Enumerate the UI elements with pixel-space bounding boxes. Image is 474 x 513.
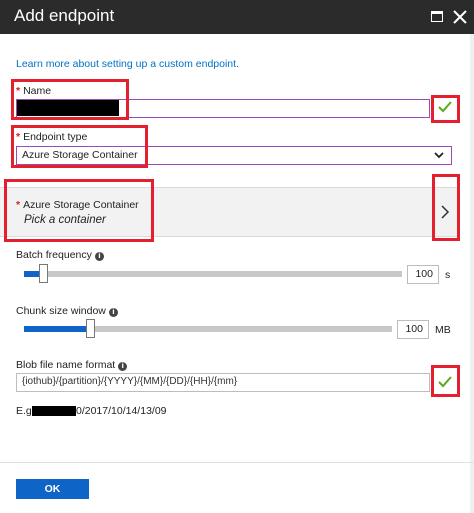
- batch-frequency-input[interactable]: 100: [407, 265, 439, 284]
- maximize-icon: [431, 11, 443, 22]
- ok-button[interactable]: OK: [16, 479, 89, 499]
- add-endpoint-blade: Add endpoint Learn more about setting up…: [0, 0, 474, 513]
- maximize-button[interactable]: [428, 8, 446, 26]
- redacted-example-value: [32, 406, 76, 416]
- annotation-box-name-check: [431, 95, 460, 123]
- chunk-size-label: Chunk size window i: [16, 305, 118, 317]
- annotation-box-container: [4, 179, 154, 242]
- chunk-size-slider[interactable]: [24, 319, 392, 338]
- chunk-size-input[interactable]: 100: [397, 320, 429, 339]
- chunk-size-slider-fill: [24, 326, 90, 332]
- batch-frequency-slider[interactable]: [24, 264, 402, 283]
- chevron-down-icon: [434, 152, 444, 159]
- scrollbar-track[interactable]: [470, 34, 474, 513]
- info-icon[interactable]: i: [118, 362, 128, 371]
- info-icon[interactable]: i: [94, 252, 104, 261]
- chunk-size-unit: MB: [435, 324, 451, 336]
- blob-format-input[interactable]: {iothub}/{partition}/{YYYY}/{MM}/{DD}/{H…: [16, 373, 430, 392]
- footer-divider: [0, 462, 474, 463]
- annotation-box-name: [11, 79, 129, 120]
- close-icon: [453, 10, 467, 24]
- batch-frequency-unit: s: [445, 269, 451, 281]
- batch-frequency-slider-thumb[interactable]: [39, 264, 48, 283]
- learn-more-link[interactable]: Learn more about setting up a custom end…: [16, 58, 239, 70]
- chunk-size-label-text: Chunk size window: [16, 305, 106, 317]
- batch-frequency-label: Batch frequency i: [16, 249, 104, 261]
- close-button[interactable]: [451, 8, 469, 26]
- info-icon[interactable]: i: [108, 308, 118, 317]
- blob-format-label-text: Blob file name format: [16, 359, 116, 371]
- chunk-size-slider-thumb[interactable]: [86, 319, 95, 338]
- blade-title: Add endpoint: [14, 6, 115, 25]
- title-bar: Add endpoint: [0, 0, 474, 34]
- blob-format-label: Blob file name format i: [16, 359, 128, 371]
- annotation-box-container-chevron: [432, 174, 460, 241]
- annotation-box-format-check: [431, 365, 460, 397]
- batch-frequency-label-text: Batch frequency: [16, 249, 92, 261]
- annotation-box-endpoint-type: [11, 125, 148, 168]
- example-suffix: 0/2017/10/14/13/09: [76, 405, 167, 417]
